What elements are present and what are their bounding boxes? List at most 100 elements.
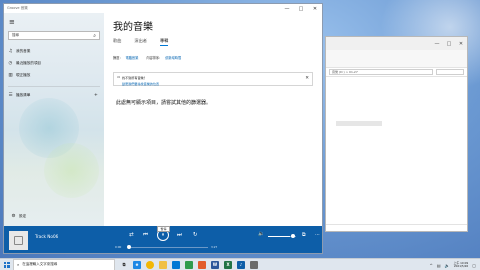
nav-item-label: 現正播放 xyxy=(16,73,31,77)
task-view-icon[interactable]: ⧉ xyxy=(120,261,128,269)
volume-slider-thumb[interactable] xyxy=(291,234,295,238)
file-explorer-window[interactable]: — □ ✕ 音樂 (D:) > 01-27 xyxy=(325,36,468,232)
filter-dropdown[interactable]: 電腦音樂 xyxy=(126,55,139,60)
store-icon[interactable] xyxy=(172,260,180,269)
previous-track-icon[interactable]: ⏮ xyxy=(143,232,148,239)
chrome-icon[interactable] xyxy=(146,260,154,269)
explorer-file-list xyxy=(326,77,467,207)
nav-item-now-playing[interactable]: ▥ 現正播放 xyxy=(8,73,30,78)
now-playing-icon: ▥ xyxy=(8,73,13,78)
nav-item-label: 播放清單 xyxy=(16,93,31,97)
folder-icon: ▭ xyxy=(117,75,121,79)
minimize-button[interactable]: — xyxy=(280,4,294,13)
elapsed-time: 0:00 xyxy=(115,245,122,249)
windows-logo-icon xyxy=(3,261,10,268)
tab-albums[interactable]: 專輯 xyxy=(159,38,169,46)
track-duration: 3:27 xyxy=(211,245,218,249)
groove-music-icon[interactable]: ♪ xyxy=(237,260,245,269)
playlist-icon: ☰ xyxy=(8,93,13,98)
clock[interactable]: 上午 10:09 2021/5/26 xyxy=(453,261,469,269)
nav-divider xyxy=(8,86,100,87)
track-title[interactable]: Track No06 xyxy=(35,234,58,239)
speaker-icon[interactable]: 🔈 xyxy=(445,263,450,268)
excel-icon[interactable]: X xyxy=(224,260,232,269)
app-titlebar[interactable]: Groove 音樂 — □ ✕ xyxy=(4,4,322,13)
search-icon: ⌕ xyxy=(17,262,20,267)
explorer-maximize-button[interactable]: □ xyxy=(443,37,455,50)
main-content: 我的音樂 歌曲 演出者 專輯 篩選： 電腦音樂 內容排序： 依新增時間 ▭ 找不… xyxy=(105,13,322,226)
change-location-link[interactable]: 變更我們要尋找音樂的位置 xyxy=(122,81,159,86)
search-placeholder: 搜尋 xyxy=(12,33,19,37)
start-button[interactable] xyxy=(0,259,13,270)
empty-state-message: 此處無可顯示項目，請嘗試其他的篩選器。 xyxy=(116,100,212,106)
mini-player-icon[interactable]: ⧉ xyxy=(302,232,306,238)
clock-date: 2021/5/26 xyxy=(453,264,469,268)
nav-item-my-music[interactable]: ♫ 我的音樂 xyxy=(8,49,30,54)
taskbar-search-box[interactable]: ⌕ 在這裡輸入文字來搜尋 xyxy=(13,258,115,270)
word-icon[interactable]: W xyxy=(211,260,219,269)
seek-bar-thumb[interactable] xyxy=(127,245,131,249)
file-explorer-icon[interactable] xyxy=(159,260,167,269)
sort-dropdown[interactable]: 依新增時間 xyxy=(165,55,181,60)
orange-app-icon[interactable] xyxy=(198,260,206,269)
close-button[interactable]: ✕ xyxy=(308,4,322,13)
explorer-status-bar xyxy=(326,224,467,231)
search-icon[interactable]: ⌕ xyxy=(93,33,96,39)
taskbar-pinned-apps: ⧉ e W X ♪ xyxy=(120,260,258,269)
other-app-icon[interactable] xyxy=(250,260,258,269)
network-icon[interactable]: ▤ xyxy=(437,263,441,268)
pause-tooltip: 暫停 xyxy=(157,226,170,232)
nav-item-label: 最近播放的項目 xyxy=(16,61,42,65)
filter-label: 篩選： xyxy=(113,56,123,60)
notification-icon[interactable]: ▢ xyxy=(472,263,476,268)
system-tray: ^ ▤ 🔈 上午 10:09 2021/5/26 ▢ xyxy=(430,259,476,270)
settings-button[interactable]: ⚙ 設定 xyxy=(11,214,26,219)
sort-label: 內容排序： xyxy=(146,56,163,60)
tab-bar: 歌曲 演出者 專輯 xyxy=(113,38,169,46)
taskbar: ⌕ 在這裡輸入文字來搜尋 ⧉ e W X ♪ ^ ▤ 🔈 上午 10:09 20… xyxy=(0,258,480,270)
library-icon: ♫ xyxy=(8,49,13,54)
nav-item-label: 我的音樂 xyxy=(16,49,31,53)
music-location-notice: ▭ 找不到所有音樂？ 變更我們要尋找音樂的位置 ✕ xyxy=(113,72,313,86)
green-app-icon[interactable] xyxy=(185,260,193,269)
pause-icon: ⏸ xyxy=(161,232,165,238)
chevron-up-icon[interactable]: ^ xyxy=(430,263,433,268)
album-placeholder-icon xyxy=(14,236,23,245)
navigation-pane: ≡ 搜尋 ⌕ ♫ 我的音樂 ◷ 最近播放的項目 ▥ 現正播放 ☰ 播放清單 + xyxy=(4,13,104,226)
explorer-search-box[interactable] xyxy=(436,69,464,75)
add-playlist-icon[interactable]: + xyxy=(93,93,98,98)
volume-slider-fill xyxy=(268,236,291,237)
maximize-button[interactable]: □ xyxy=(294,4,308,13)
seek-bar[interactable] xyxy=(128,247,208,248)
explorer-close-button[interactable]: ✕ xyxy=(455,37,467,50)
explorer-titlebar[interactable]: — □ ✕ xyxy=(326,37,467,50)
groove-music-window: Groove 音樂 — □ ✕ ≡ 搜尋 ⌕ ♫ 我的音樂 ◷ 最近播放的項目 … xyxy=(3,3,323,254)
repeat-icon[interactable]: ↻ xyxy=(193,232,198,238)
tab-songs[interactable]: 歌曲 xyxy=(113,38,121,46)
explorer-address-row: 音樂 (D:) > 01-27 xyxy=(326,68,467,77)
explorer-list-item[interactable] xyxy=(336,121,382,126)
filter-bar: 篩選： 電腦音樂 內容排序： 依新增時間 xyxy=(113,55,186,60)
settings-label: 設定 xyxy=(19,214,27,218)
recent-icon: ◷ xyxy=(8,61,13,66)
volume-icon[interactable]: 🔉 xyxy=(258,231,264,237)
hamburger-menu-icon[interactable]: ≡ xyxy=(9,18,15,26)
close-icon[interactable]: ✕ xyxy=(305,76,309,81)
search-input[interactable]: 搜尋 ⌕ xyxy=(8,31,100,40)
shuffle-icon[interactable]: ⇄ xyxy=(129,232,134,238)
explorer-minimize-button[interactable]: — xyxy=(431,37,443,50)
nav-item-playlists[interactable]: ☰ 播放清單 + xyxy=(8,93,98,98)
nav-item-recent[interactable]: ◷ 最近播放的項目 xyxy=(8,61,42,66)
app-title: Groove 音樂 xyxy=(7,6,28,10)
album-art[interactable] xyxy=(9,231,28,250)
tab-artists[interactable]: 演出者 xyxy=(134,38,147,46)
explorer-address-bar[interactable]: 音樂 (D:) > 01-27 xyxy=(329,69,433,75)
notice-text: 找不到所有音樂？ xyxy=(122,76,147,80)
next-track-icon[interactable]: ⏭ xyxy=(177,232,182,239)
page-title: 我的音樂 xyxy=(113,22,153,33)
more-options-icon[interactable]: ⋯ xyxy=(315,232,320,238)
taskbar-search-placeholder: 在這裡輸入文字來搜尋 xyxy=(22,262,58,266)
gear-icon: ⚙ xyxy=(11,214,16,219)
explorer-ribbon xyxy=(326,50,467,68)
edge-browser-icon[interactable]: e xyxy=(133,260,141,269)
